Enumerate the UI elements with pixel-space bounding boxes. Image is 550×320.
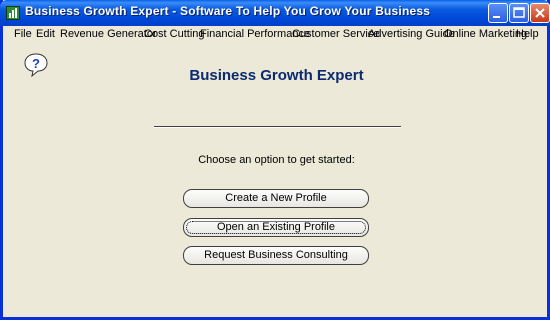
open-existing-profile-button[interactable]: Open an Existing Profile — [183, 218, 369, 237]
menu-advertising-guide[interactable]: Advertising Guide — [368, 28, 455, 40]
title-bar[interactable]: Business Growth Expert - Software To Hel… — [0, 0, 550, 26]
window-title: Business Growth Expert - Software To Hel… — [25, 4, 431, 18]
app-icon — [6, 6, 20, 20]
menu-revenue-generator[interactable]: Revenue Generator — [60, 28, 157, 40]
minimize-button[interactable] — [488, 3, 508, 23]
close-button[interactable] — [530, 3, 550, 23]
divider — [154, 126, 401, 128]
minimize-icon — [493, 16, 500, 18]
maximize-button[interactable] — [509, 3, 529, 23]
maximize-icon — [513, 7, 525, 18]
menu-online-marketing[interactable]: Online Marketing — [444, 28, 527, 40]
app-window: Business Growth Expert - Software To Hel… — [0, 0, 550, 320]
create-new-profile-button[interactable]: Create a New Profile — [183, 189, 369, 208]
menu-file[interactable]: File — [14, 28, 32, 40]
menu-cost-cutting[interactable]: Cost Cutting — [144, 28, 205, 40]
request-business-consulting-button[interactable]: Request Business Consulting — [183, 246, 369, 265]
main-content: ? Business Growth Expert Choose an optio… — [6, 44, 547, 317]
menu-customer-service[interactable]: Customer Service — [292, 28, 379, 40]
close-icon — [535, 8, 545, 18]
menu-bar: File Edit Revenue Generator Cost Cutting… — [3, 26, 547, 44]
menu-help[interactable]: Help — [516, 28, 539, 40]
prompt-text: Choose an option to get started: — [198, 154, 355, 166]
page-title: Business Growth Expert — [189, 67, 364, 84]
menu-edit[interactable]: Edit — [36, 28, 55, 40]
